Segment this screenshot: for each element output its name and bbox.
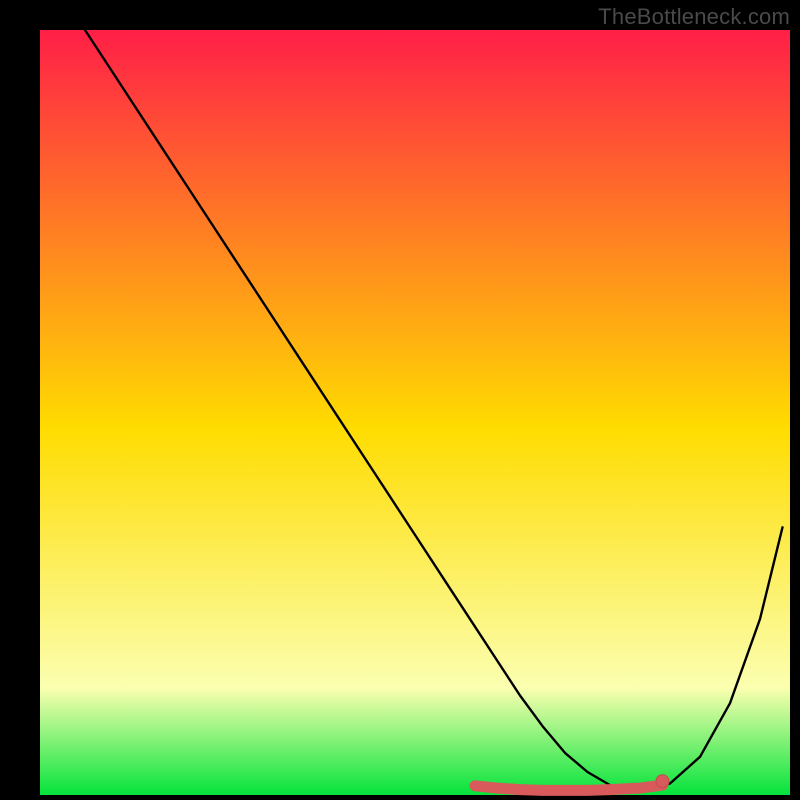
optimal-range-highlight bbox=[475, 785, 663, 790]
chart-frame: { "watermark": "TheBottleneck.com", "col… bbox=[0, 0, 800, 800]
bottleneck-chart bbox=[0, 0, 800, 800]
watermark-text: TheBottleneck.com bbox=[598, 4, 790, 30]
plot-background bbox=[40, 30, 790, 795]
selection-marker bbox=[656, 775, 669, 788]
